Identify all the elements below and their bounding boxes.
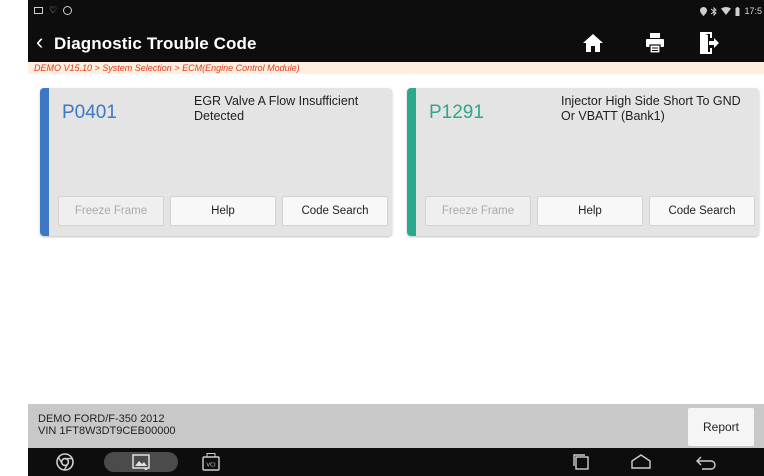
vehicle-vin: VIN 1FT8W3DT9CEB00000 (38, 425, 176, 437)
dtc-list: P0401 EGR Valve A Flow Insufficient Dete… (28, 74, 764, 404)
app-screen: ♡ 17:5 ‹ Diagnostic Trouble Code DEMO V1… (28, 0, 764, 476)
freeze-frame-button[interactable]: Freeze Frame (425, 196, 531, 226)
dtc-description: Injector High Side Short To GND Or VBATT… (561, 94, 741, 123)
device-bezel (0, 0, 28, 476)
bluetooth-icon (711, 6, 718, 16)
dtc-button-row: Freeze Frame Help Code Search (425, 196, 755, 226)
dtc-button-row: Freeze Frame Help Code Search (58, 196, 388, 226)
usb-icon: ♡ (49, 5, 58, 15)
screenshot-gallery-icon[interactable] (104, 452, 178, 472)
back-nav-icon[interactable] (694, 452, 718, 472)
system-nav-bar: VCI (28, 448, 764, 476)
dtc-code: P0401 (62, 102, 117, 123)
dtc-accent-bar (40, 88, 49, 236)
code-search-button[interactable]: Code Search (649, 196, 755, 226)
help-button[interactable]: Help (537, 196, 643, 226)
chrome-icon[interactable] (54, 452, 76, 472)
wifi-icon (721, 7, 732, 15)
battery-icon (735, 6, 740, 16)
code-search-button[interactable]: Code Search (282, 196, 388, 226)
breadcrumb: DEMO V15.10 > System Selection > ECM(Eng… (28, 62, 764, 74)
vehicle-info-bar: DEMO FORD/F-350 2012 VIN 1FT8W3DT9CEB000… (28, 404, 764, 448)
svg-text:VCI: VCI (206, 463, 216, 469)
dtc-description: EGR Valve A Flow Insufficient Detected (194, 94, 359, 123)
location-icon (700, 6, 708, 16)
status-right-icons: 17:5 (700, 6, 762, 16)
back-chevron-icon[interactable]: ‹ (36, 31, 43, 53)
vehicle-info: DEMO FORD/F-350 2012 VIN 1FT8W3DT9CEB000… (38, 413, 176, 437)
home-icon[interactable] (580, 31, 606, 55)
title-bar: ‹ Diagnostic Trouble Code (28, 24, 764, 62)
notification-icon (34, 7, 43, 14)
home-nav-icon[interactable] (628, 452, 654, 472)
exit-icon[interactable] (696, 31, 722, 55)
status-time: 17:5 (744, 6, 762, 16)
help-button[interactable]: Help (170, 196, 276, 226)
freeze-frame-button[interactable]: Freeze Frame (58, 196, 164, 226)
dtc-code: P1291 (429, 102, 484, 123)
page-title: Diagnostic Trouble Code (54, 34, 257, 53)
dtc-card: P0401 EGR Valve A Flow Insufficient Dete… (40, 88, 392, 236)
settings-notification-icon (63, 6, 73, 15)
status-bar: ♡ 17:5 (28, 0, 764, 24)
vehicle-model: DEMO FORD/F-350 2012 (38, 413, 165, 425)
report-button[interactable]: Report (688, 408, 754, 446)
dtc-card: P1291 Injector High Side Short To GND Or… (407, 88, 759, 236)
recent-apps-icon[interactable] (570, 452, 592, 472)
status-left-icons: ♡ (34, 5, 73, 15)
printer-icon[interactable] (642, 31, 668, 55)
dtc-accent-bar (407, 88, 416, 236)
vci-icon[interactable]: VCI (200, 452, 222, 472)
